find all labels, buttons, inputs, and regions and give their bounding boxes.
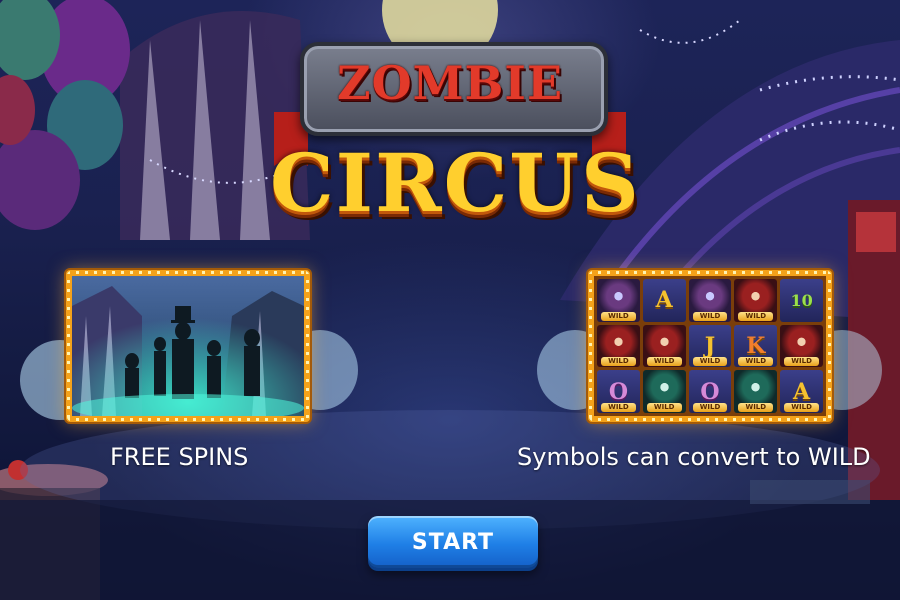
- joker-symbol: WILD: [597, 279, 640, 322]
- letter-o-symbol: O WILD: [688, 370, 732, 413]
- letter-k-symbol: K WILD: [734, 324, 778, 368]
- letter-j-symbol: J WILD: [688, 324, 732, 368]
- ringmaster-symbol: WILD: [734, 279, 778, 322]
- free-spins-caption: FREE SPINS: [110, 443, 249, 471]
- zombie-silhouettes-image: [72, 276, 304, 416]
- joker-symbol: WILD: [642, 370, 686, 413]
- game-intro-screen: ZOMBIE CIRCUS FREE SPINS WILD A WILD WIL…: [0, 0, 900, 600]
- wild-conversion-caption: Symbols can convert to WILD: [517, 443, 871, 471]
- start-button[interactable]: START: [368, 516, 538, 568]
- logo-title-bottom: CIRCUS: [270, 136, 641, 230]
- free-spins-feature-panel: [66, 270, 310, 422]
- logo-title-top: ZOMBIE: [336, 56, 564, 110]
- letter-o-symbol: O WILD: [597, 370, 640, 413]
- letter-a-symbol: A WILD: [780, 370, 823, 413]
- ringmaster-symbol: WILD: [780, 324, 823, 368]
- ringmaster-symbol: WILD: [597, 324, 640, 368]
- reel-grid: WILD A WILD WILD 10 WILD WILD J WILD K WIL…: [594, 276, 826, 416]
- joker-symbol: WILD: [734, 370, 778, 413]
- ten-symbol: 10: [780, 279, 823, 322]
- letter-a-symbol: A: [642, 279, 686, 322]
- ringmaster-symbol: WILD: [642, 324, 686, 368]
- game-logo: ZOMBIE CIRCUS: [270, 42, 641, 232]
- wild-conversion-feature-panel: WILD A WILD WILD 10 WILD WILD J WILD K WIL…: [588, 270, 832, 422]
- joker-symbol: WILD: [688, 279, 732, 322]
